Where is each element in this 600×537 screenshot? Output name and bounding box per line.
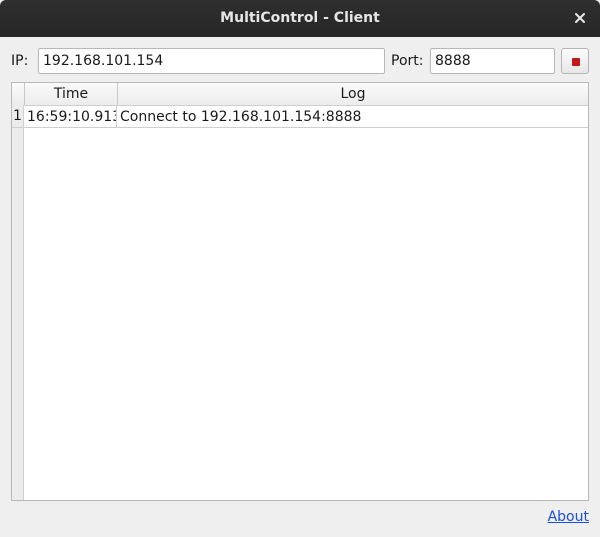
table-row[interactable]: 1 16:59:10.913 Connect to 192.168.101.15… (12, 105, 588, 128)
about-link[interactable]: About (548, 507, 589, 527)
port-input[interactable] (430, 48, 555, 74)
column-header-log[interactable]: Log (117, 83, 588, 105)
title-bar: MultiControl - Client (0, 0, 600, 37)
port-label: Port: (391, 53, 424, 69)
app-window: MultiControl - Client IP: Port: Time Log… (0, 0, 600, 537)
time-cell[interactable]: 16:59:10.913 (24, 105, 117, 128)
table-header: Time Log (12, 83, 588, 106)
ip-label: IP: (11, 53, 29, 69)
row-header-column (12, 105, 24, 500)
corner-header (12, 83, 24, 105)
window-title: MultiControl - Client (220, 10, 380, 26)
column-header-time[interactable]: Time (24, 83, 117, 105)
ip-input[interactable] (38, 48, 385, 74)
row-number: 1 (12, 105, 24, 128)
log-cell[interactable]: Connect to 192.168.101.154:8888 (117, 105, 588, 128)
stop-button[interactable] (561, 48, 589, 74)
close-button[interactable] (570, 8, 590, 28)
log-table[interactable]: Time Log 1 16:59:10.913 Connect to 192.1… (11, 82, 589, 501)
close-icon (575, 13, 585, 23)
stop-icon (572, 58, 580, 66)
